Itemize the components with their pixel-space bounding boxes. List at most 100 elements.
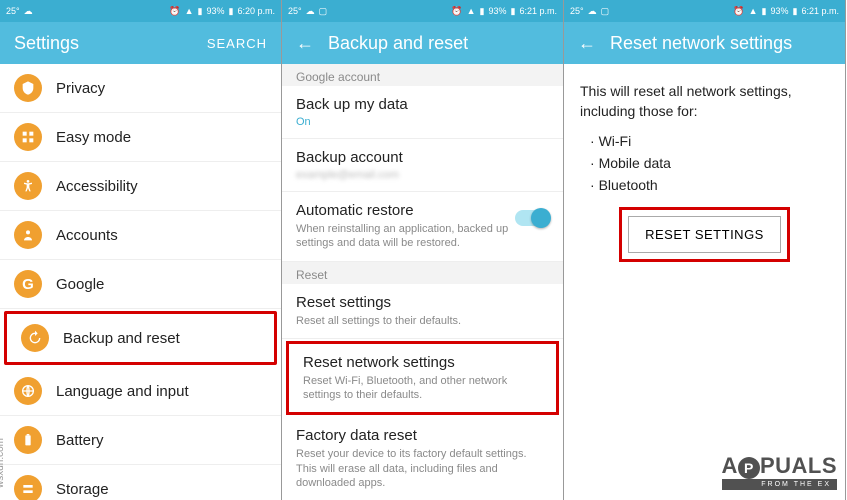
battery-pct: 93% xyxy=(489,6,507,16)
page-title: Reset network settings xyxy=(610,33,831,54)
settings-item-label: Accounts xyxy=(56,227,118,244)
weather-icon: ☁ xyxy=(24,6,33,17)
settings-item-label: Battery xyxy=(56,432,104,449)
settings-item-label: Backup and reset xyxy=(63,330,180,347)
settings-item-label: Accessibility xyxy=(56,178,138,195)
signal-icon: ▮ xyxy=(480,6,485,17)
battery-icon: ▮ xyxy=(511,6,516,17)
battery-icon xyxy=(14,426,42,454)
settings-item-backup-reset[interactable]: Backup and reset xyxy=(4,311,277,365)
alarm-icon: ⏰ xyxy=(169,6,180,17)
search-button[interactable]: SEARCH xyxy=(207,36,267,51)
temp-indicator: 25° xyxy=(288,6,302,16)
settings-item-label: Privacy xyxy=(56,80,105,97)
item-subtitle: Reset Wi-Fi, Bluetooth, and other networ… xyxy=(303,374,542,403)
reset-item: Bluetooth xyxy=(590,177,829,193)
settings-list: Privacy Easy mode Accessibility Accounts… xyxy=(0,64,281,500)
alarm-icon: ⏰ xyxy=(733,6,744,17)
clock-time: 6:20 p.m. xyxy=(237,6,275,16)
privacy-icon xyxy=(14,74,42,102)
easy-mode-icon xyxy=(14,123,42,151)
status-bar: 25° ☁ ▢ ⏰ ▲ ▮ 93% ▮ 6:21 p.m. xyxy=(282,0,563,22)
item-title: Backup account xyxy=(296,149,549,166)
battery-pct: 93% xyxy=(207,6,225,16)
item-reset-settings[interactable]: Reset settings Reset all settings to the… xyxy=(282,284,563,339)
language-icon xyxy=(14,377,42,405)
wifi-icon: ▲ xyxy=(185,6,194,16)
settings-item-accessibility[interactable]: Accessibility xyxy=(0,162,281,211)
backup-reset-list: Google account Back up my data On Backup… xyxy=(282,64,563,500)
item-value-blurred: example@email.com xyxy=(296,169,549,181)
wifi-icon: ▲ xyxy=(749,6,758,16)
signal-icon: ▮ xyxy=(198,6,203,17)
header-bar: ← Backup and reset xyxy=(282,22,563,64)
temp-indicator: 25° xyxy=(6,6,20,16)
item-value: On xyxy=(296,116,549,128)
signal-icon: ▮ xyxy=(762,6,767,17)
battery-icon: ▮ xyxy=(229,6,234,17)
accessibility-icon xyxy=(14,172,42,200)
reset-button-highlight: RESET SETTINGS xyxy=(619,207,790,262)
alarm-icon: ⏰ xyxy=(451,6,462,17)
item-title: Factory data reset xyxy=(296,427,549,444)
settings-item-google[interactable]: G Google xyxy=(0,260,281,309)
screen-backup-reset: 25° ☁ ▢ ⏰ ▲ ▮ 93% ▮ 6:21 p.m. ← Backup a… xyxy=(282,0,564,500)
clock-time: 6:21 p.m. xyxy=(801,6,839,16)
settings-item-label: Language and input xyxy=(56,383,189,400)
item-subtitle: When reinstalling an application, backed… xyxy=(296,222,549,251)
item-backup-my-data[interactable]: Back up my data On xyxy=(282,86,563,139)
brand-tagline: FROM THE EX xyxy=(722,479,837,490)
screenshot-icon: ▢ xyxy=(319,6,328,17)
settings-item-language-input[interactable]: Language and input xyxy=(0,367,281,416)
page-title: Backup and reset xyxy=(328,33,549,54)
settings-item-accounts[interactable]: Accounts xyxy=(0,211,281,260)
reset-item: Wi-Fi xyxy=(590,133,829,149)
screenshot-icon: ▢ xyxy=(601,6,610,17)
settings-item-easy-mode[interactable]: Easy mode xyxy=(0,113,281,162)
item-factory-data-reset[interactable]: Factory data reset Reset your device to … xyxy=(282,417,563,500)
settings-item-label: Google xyxy=(56,276,104,293)
item-automatic-restore[interactable]: Automatic restore When reinstalling an a… xyxy=(282,192,563,262)
section-google-account: Google account xyxy=(282,64,563,86)
screen-reset-network: 25° ☁ ▢ ⏰ ▲ ▮ 93% ▮ 6:21 p.m. ← Reset ne… xyxy=(564,0,846,500)
battery-pct: 93% xyxy=(771,6,789,16)
back-button[interactable]: ← xyxy=(296,33,314,54)
page-title: Settings xyxy=(14,33,207,54)
clock-time: 6:21 p.m. xyxy=(519,6,557,16)
item-backup-account[interactable]: Backup account example@email.com xyxy=(282,139,563,192)
settings-item-battery[interactable]: Battery xyxy=(0,416,281,465)
google-icon: G xyxy=(14,270,42,298)
url-watermark: wsxdn.com xyxy=(0,438,6,488)
brand-post: PUALS xyxy=(760,453,837,478)
reset-item: Mobile data xyxy=(590,155,829,171)
screen-settings: 25° ☁ ⏰ ▲ ▮ 93% ▮ 6:20 p.m. Settings SEA… xyxy=(0,0,282,500)
backup-reset-icon xyxy=(21,324,49,352)
settings-item-privacy[interactable]: Privacy xyxy=(0,64,281,113)
item-title: Automatic restore xyxy=(296,202,549,219)
temp-indicator: 25° xyxy=(570,6,584,16)
item-title: Back up my data xyxy=(296,96,549,113)
item-subtitle: Reset your device to its factory default… xyxy=(296,447,549,490)
brand-circle-icon: P xyxy=(738,457,760,479)
weather-icon: ☁ xyxy=(306,6,315,17)
weather-icon: ☁ xyxy=(588,6,597,17)
settings-item-storage[interactable]: Storage xyxy=(0,465,281,500)
accounts-icon xyxy=(14,221,42,249)
reset-intro-text: This will reset all network settings, in… xyxy=(580,82,829,121)
settings-item-label: Easy mode xyxy=(56,129,131,146)
reset-network-content: This will reset all network settings, in… xyxy=(564,64,845,280)
item-title: Reset settings xyxy=(296,294,549,311)
section-reset: Reset xyxy=(282,262,563,284)
header-bar: Settings SEARCH xyxy=(0,22,281,64)
reset-settings-button[interactable]: RESET SETTINGS xyxy=(628,216,781,253)
storage-icon xyxy=(14,475,42,500)
back-button[interactable]: ← xyxy=(578,33,596,54)
settings-item-label: Storage xyxy=(56,481,109,498)
battery-icon: ▮ xyxy=(793,6,798,17)
item-subtitle: Reset all settings to their defaults. xyxy=(296,314,549,328)
item-reset-network-settings[interactable]: Reset network settings Reset Wi-Fi, Blue… xyxy=(286,341,559,416)
auto-restore-toggle[interactable] xyxy=(515,210,549,226)
header-bar: ← Reset network settings xyxy=(564,22,845,64)
brand-watermark: APPUALS FROM THE EX xyxy=(722,453,837,490)
reset-items-list: Wi-Fi Mobile data Bluetooth xyxy=(580,133,829,193)
